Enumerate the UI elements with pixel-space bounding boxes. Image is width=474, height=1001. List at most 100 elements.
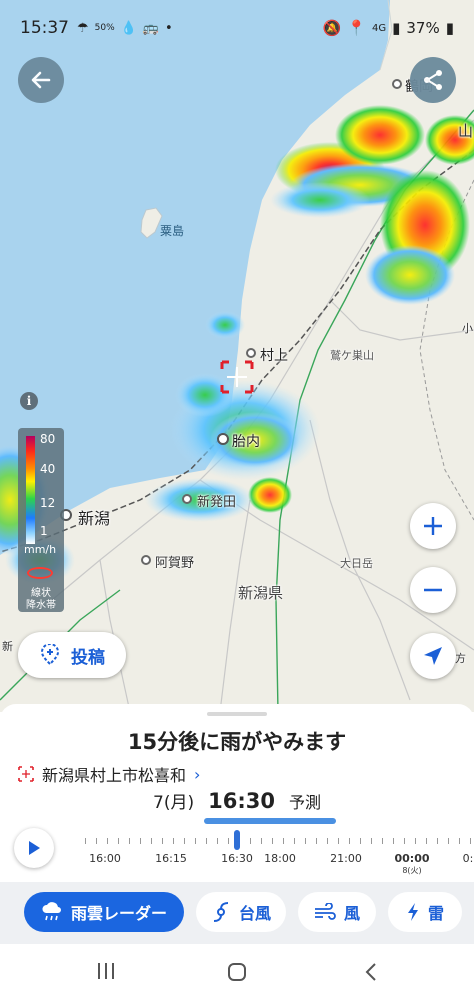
timeline-tick bbox=[129, 838, 130, 844]
drop-icon: 💧 bbox=[120, 20, 137, 36]
timeline-tick bbox=[382, 838, 383, 844]
timeline-label: 16:15 bbox=[155, 852, 187, 865]
recent-apps-icon[interactable] bbox=[96, 962, 116, 980]
mode-wind[interactable]: 風 bbox=[298, 892, 376, 932]
legend-unit: mm/h bbox=[24, 543, 57, 556]
weather-rain-icon: ☂ bbox=[77, 20, 89, 36]
forecast-label: 予測 bbox=[288, 793, 321, 812]
timeline-tick bbox=[349, 838, 350, 844]
back-nav-icon[interactable] bbox=[364, 962, 378, 982]
mode-rain-radar[interactable]: 雨雲レーダー bbox=[24, 892, 184, 932]
timeline-tick bbox=[173, 838, 174, 844]
label-murakami: 村上 bbox=[260, 348, 288, 364]
post-label: 投稿 bbox=[71, 647, 105, 668]
location-selector[interactable]: 新潟県村上市松喜和 › bbox=[18, 762, 200, 786]
mode-label: 雷 bbox=[427, 904, 444, 923]
timeline-tick bbox=[96, 838, 97, 844]
typhoon-icon bbox=[213, 902, 229, 922]
mode-label: 風 bbox=[343, 904, 360, 923]
timeline-tick bbox=[470, 838, 471, 844]
linear-band-icon bbox=[27, 567, 53, 579]
crosshair-icon bbox=[18, 766, 34, 782]
zoom-in-button[interactable] bbox=[410, 503, 456, 549]
back-button[interactable] bbox=[18, 57, 64, 103]
city-dot bbox=[182, 494, 192, 504]
label-takanosuyama: 鷲ケ巣山 bbox=[330, 349, 374, 362]
radar-map[interactable]: 15:37 ☂ 50% 💧 🚌 • 🔕 📍 4G ▮ 37% ▮ 山 粟島 村上… bbox=[0, 0, 474, 712]
bus-icon: 🚌 bbox=[142, 20, 160, 36]
time-row: 7(月) 16:30 予測 bbox=[0, 788, 474, 813]
sheet-handle[interactable] bbox=[207, 712, 267, 716]
label-yama: 山 bbox=[458, 122, 474, 140]
city-dot bbox=[246, 348, 256, 358]
timeline-tick bbox=[404, 838, 405, 844]
date-label: 7(月) bbox=[153, 793, 195, 813]
bottom-sheet: 15分後に雨がやみます 新潟県村上市松喜和 › 7(月) 16:30 予測 16… bbox=[0, 704, 474, 1001]
timeline-tick bbox=[261, 838, 262, 844]
mode-typhoon[interactable]: 台風 bbox=[196, 892, 286, 932]
timeline-tick bbox=[283, 838, 284, 844]
timeline-tick bbox=[360, 838, 361, 844]
timeline-tick bbox=[459, 838, 460, 844]
navigation-arrow-icon bbox=[424, 647, 442, 665]
play-button[interactable] bbox=[14, 828, 54, 868]
network-label: 4G bbox=[372, 22, 387, 34]
rain-cloud-icon bbox=[42, 902, 61, 921]
rain-chance: 50% bbox=[94, 23, 115, 33]
wind-icon bbox=[314, 903, 336, 920]
timeline-tick bbox=[426, 838, 427, 844]
share-button[interactable] bbox=[410, 57, 456, 103]
lightning-icon bbox=[407, 903, 418, 921]
city-dot bbox=[217, 433, 229, 445]
timeline-tick bbox=[415, 838, 416, 844]
timeline-tick bbox=[437, 838, 438, 844]
timeline-tick bbox=[371, 838, 372, 844]
timeline-tick bbox=[195, 838, 196, 844]
timeline-label: 16:00 bbox=[89, 852, 121, 865]
label-tainai: 胎内 bbox=[232, 434, 260, 450]
post-button[interactable]: 投稿 bbox=[18, 632, 126, 678]
label-kata: 方 bbox=[455, 652, 466, 665]
play-icon bbox=[29, 841, 40, 855]
timeline-label: 16:30 bbox=[221, 852, 253, 865]
city-dot bbox=[392, 79, 402, 89]
label-ko: 小 bbox=[462, 322, 473, 335]
arrow-left-icon bbox=[31, 71, 51, 89]
locate-button[interactable] bbox=[410, 633, 456, 679]
battery-percent: 37% bbox=[406, 19, 440, 37]
timeline-tick bbox=[206, 838, 207, 844]
status-bar: 15:37 ☂ 50% 💧 🚌 • 🔕 📍 4G ▮ 37% ▮ bbox=[0, 0, 474, 56]
home-icon[interactable] bbox=[227, 962, 247, 982]
legend-tick: 12 bbox=[40, 496, 56, 510]
signal-icon: ▮ bbox=[392, 19, 401, 37]
map-base bbox=[0, 0, 474, 712]
legend-tick: 80 bbox=[40, 432, 56, 446]
status-time: 15:37 bbox=[20, 18, 69, 38]
timeline-tick bbox=[393, 838, 394, 844]
system-nav-bar bbox=[0, 944, 474, 1001]
timeline-slider[interactable]: 16:00 16:15 16:30 18:00 21:00 00:00 8(火)… bbox=[76, 830, 474, 880]
mode-thunder[interactable]: 雷 bbox=[388, 892, 462, 932]
timeline-cursor[interactable] bbox=[234, 830, 240, 850]
timeline-tick bbox=[228, 838, 229, 844]
city-dot bbox=[141, 555, 151, 565]
info-icon[interactable]: i bbox=[20, 392, 38, 410]
timeline-tick bbox=[316, 838, 317, 844]
location-icon: 📍 bbox=[347, 19, 366, 37]
zoom-out-button[interactable] bbox=[410, 567, 456, 613]
legend-band-label: 降水帯 bbox=[26, 600, 56, 611]
label-odaizan: 大日岳 bbox=[340, 557, 373, 570]
timeline-tick bbox=[448, 838, 449, 844]
chevron-right-icon: › bbox=[194, 764, 201, 784]
label-awashima: 粟島 bbox=[160, 224, 185, 238]
legend-tick: 1 bbox=[40, 524, 48, 538]
timeline-label: 00:00 bbox=[394, 852, 430, 865]
timeline-tick bbox=[140, 838, 141, 844]
legend-scale bbox=[26, 436, 35, 544]
dot-icon: • bbox=[165, 20, 173, 36]
post-pin-icon bbox=[40, 644, 60, 666]
timeline-tick bbox=[184, 838, 185, 844]
share-icon bbox=[424, 70, 442, 90]
timeline-tick bbox=[305, 838, 306, 844]
timeline-label-edge: 0: bbox=[462, 852, 474, 865]
